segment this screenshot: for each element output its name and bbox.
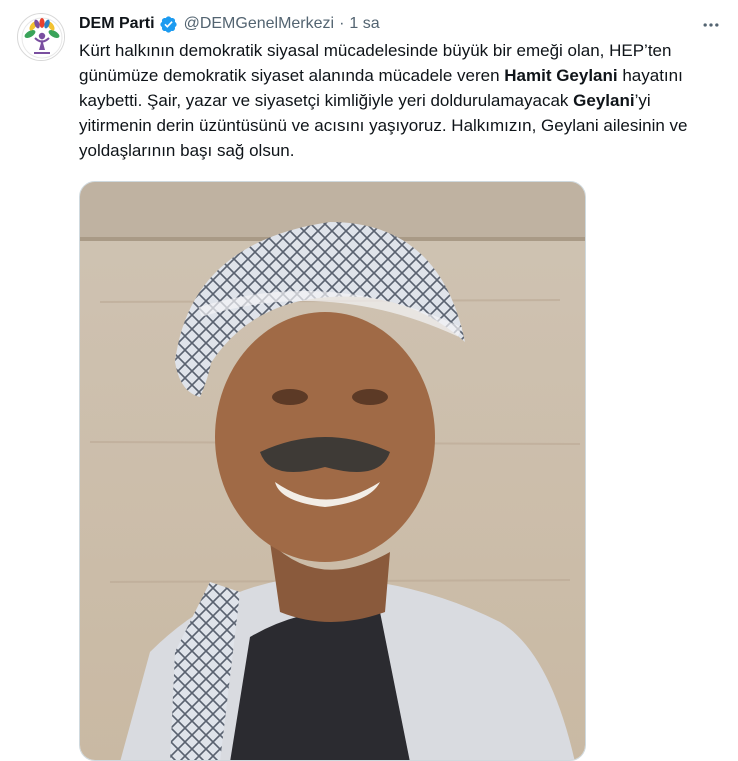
bold-name: Hamit Geylani (504, 66, 618, 85)
avatar[interactable] (17, 13, 65, 61)
bold-name: Geylani (573, 91, 635, 110)
verified-badge-icon[interactable] (159, 15, 178, 34)
separator-dot: · (339, 15, 345, 32)
portrait-photo (80, 182, 585, 760)
author-handle[interactable]: @DEMGenelMerkezi (184, 13, 335, 35)
tweet-text: Kürt halkının demokratik siyasal mücadel… (79, 38, 719, 163)
tweet-header: DEM Parti @DEMGenelMerkezi · 1 sa (79, 13, 380, 35)
author-name[interactable]: DEM Parti (79, 13, 155, 35)
more-icon[interactable] (700, 14, 722, 36)
dem-parti-logo (19, 15, 64, 60)
timestamp[interactable]: 1 sa (349, 13, 379, 35)
tweet-photo[interactable] (79, 181, 586, 761)
